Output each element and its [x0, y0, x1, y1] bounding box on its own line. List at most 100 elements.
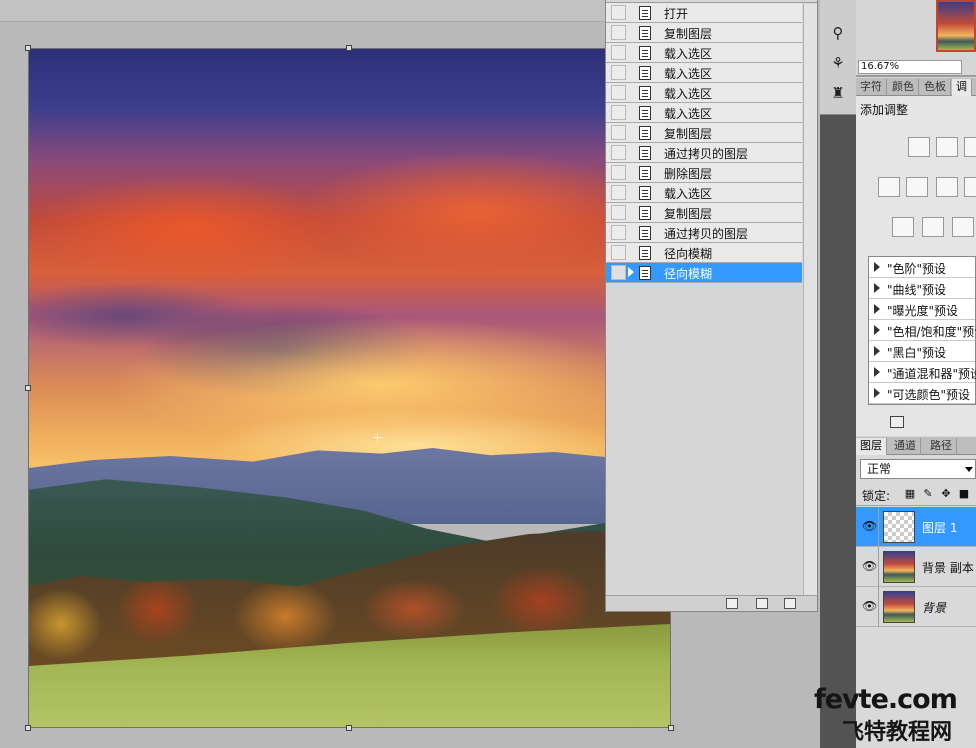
history-source-checkbox[interactable]	[611, 25, 626, 40]
navigator-thumbnail[interactable]	[936, 0, 976, 52]
new-snapshot-icon[interactable]	[756, 598, 768, 609]
history-source-checkbox[interactable]	[611, 45, 626, 60]
history-item[interactable]: 径向模糊	[606, 243, 802, 263]
history-source-checkbox[interactable]	[611, 205, 626, 220]
lock-all-icon[interactable]: ■	[958, 488, 970, 500]
vibrance-icon[interactable]	[906, 177, 928, 197]
chevron-right-icon[interactable]	[874, 262, 880, 272]
history-source-checkbox[interactable]	[611, 65, 626, 80]
history-state-icon	[639, 146, 651, 160]
history-source-checkbox[interactable]	[611, 225, 626, 240]
lock-transparency-icon[interactable]: ▦	[904, 488, 916, 500]
history-item[interactable]: 通过拷贝的图层	[606, 143, 802, 163]
history-source-checkbox[interactable]	[611, 85, 626, 100]
curves-icon[interactable]	[964, 137, 976, 157]
history-source-checkbox[interactable]	[611, 165, 626, 180]
history-source-checkbox[interactable]	[611, 185, 626, 200]
blend-mode-value: 正常	[867, 462, 892, 476]
history-item-label: 载入选区	[664, 107, 713, 121]
history-state-icon	[639, 46, 651, 60]
history-item[interactable]: 打开	[606, 3, 802, 23]
layer-row[interactable]: 👁 图层 1	[856, 507, 976, 547]
history-scrollbar[interactable]	[803, 4, 817, 595]
transform-handle-top-left[interactable]	[25, 45, 31, 51]
tab-channels[interactable]: 通道	[890, 438, 921, 455]
history-item[interactable]: 载入选区	[606, 63, 802, 83]
color-balance-icon[interactable]	[936, 177, 958, 197]
chevron-right-icon[interactable]	[874, 304, 880, 314]
brush-presets-icon[interactable]: ⚲	[828, 24, 848, 42]
blend-mode-select[interactable]: 正常	[860, 459, 976, 479]
column-divider	[878, 547, 879, 587]
black-white-icon[interactable]	[964, 177, 976, 197]
eye-icon[interactable]: 👁	[862, 559, 877, 573]
history-item-label: 径向模糊	[664, 247, 713, 261]
history-item[interactable]: 复制图层	[606, 123, 802, 143]
adjustment-preset-list: "色阶"预设 "曲线"预设 "曝光度"预设 "色相/饱和度"预设 "黑白"预设 "通道混和…	[868, 256, 976, 405]
preset-item[interactable]: "色相/饱和度"预设	[869, 320, 976, 341]
transform-handle-top-center[interactable]	[346, 45, 352, 51]
history-item[interactable]: 删除图层	[606, 163, 802, 183]
history-source-checkbox[interactable]	[611, 105, 626, 120]
lock-position-icon[interactable]: ✥	[940, 488, 952, 500]
history-item[interactable]: 载入选区	[606, 103, 802, 123]
layer-row[interactable]: 👁 背景	[856, 587, 976, 627]
chevron-right-icon[interactable]	[874, 283, 880, 293]
transform-handle-middle-left[interactable]	[25, 385, 31, 391]
history-source-checkbox[interactable]	[611, 245, 626, 260]
tab-color[interactable]: 颜色	[888, 79, 919, 96]
layer-row[interactable]: 👁 背景 副本	[856, 547, 976, 587]
lock-image-icon[interactable]: ✎	[922, 488, 934, 500]
history-item[interactable]: 载入选区	[606, 83, 802, 103]
history-item[interactable]: 通过拷贝的图层	[606, 223, 802, 243]
history-state-icon	[639, 186, 651, 200]
preset-item[interactable]: "曲线"预设	[869, 278, 975, 299]
document-image[interactable]	[28, 48, 671, 728]
zoom-level-field[interactable]: 16.67%	[858, 60, 962, 74]
chevron-right-icon[interactable]	[874, 367, 880, 377]
history-state-icon	[639, 6, 651, 20]
history-item[interactable]: 复制图层	[606, 23, 802, 43]
tab-swatches[interactable]: 色板	[920, 79, 951, 96]
expand-view-icon[interactable]	[890, 416, 904, 428]
preset-item[interactable]: "可选颜色"预设	[869, 383, 975, 404]
gradient-map-icon[interactable]	[922, 217, 944, 237]
tab-paths[interactable]: 路径	[926, 438, 957, 455]
transform-handle-bottom-left[interactable]	[25, 725, 31, 731]
history-item[interactable]: 径向模糊	[606, 263, 802, 283]
transform-handle-bottom-center[interactable]	[346, 725, 352, 731]
preset-item[interactable]: "黑白"预设	[869, 341, 975, 362]
chevron-right-icon[interactable]	[874, 346, 880, 356]
clone-source-icon[interactable]: ⚘	[828, 54, 848, 72]
photo-filter-icon[interactable]	[892, 217, 914, 237]
history-item[interactable]: 复制图层	[606, 203, 802, 223]
exposure-icon[interactable]	[878, 177, 900, 197]
eye-icon[interactable]: 👁	[862, 519, 877, 533]
history-item[interactable]: 载入选区	[606, 183, 802, 203]
tab-adjustments[interactable]: 调	[952, 79, 972, 96]
preset-item[interactable]: "色阶"预设	[869, 257, 975, 278]
eye-icon[interactable]: 👁	[862, 599, 877, 613]
history-state-pointer-icon[interactable]	[628, 267, 634, 277]
chevron-right-icon[interactable]	[874, 388, 880, 398]
history-source-checkbox[interactable]	[611, 5, 626, 20]
history-source-checkbox[interactable]	[611, 125, 626, 140]
levels-icon[interactable]	[936, 137, 958, 157]
history-item-label: 通过拷贝的图层	[664, 147, 749, 161]
preset-item[interactable]: "曝光度"预设	[869, 299, 975, 320]
stamp-icon[interactable]: ♜	[828, 84, 848, 102]
preset-item[interactable]: "通道混和器"预设	[869, 362, 976, 383]
transform-handle-bottom-right[interactable]	[668, 725, 674, 731]
delete-state-icon[interactable]	[784, 598, 796, 609]
transform-center-crosshair[interactable]	[373, 433, 383, 443]
brightness-contrast-icon[interactable]	[908, 137, 930, 157]
chevron-right-icon[interactable]	[874, 325, 880, 335]
layer-thumbnail	[883, 591, 915, 623]
tab-layers[interactable]: 图层	[856, 438, 887, 455]
tab-character[interactable]: 字符	[856, 79, 887, 96]
selective-color-icon[interactable]	[952, 217, 974, 237]
history-source-checkbox[interactable]	[611, 265, 626, 280]
history-item[interactable]: 载入选区	[606, 43, 802, 63]
history-source-checkbox[interactable]	[611, 145, 626, 160]
new-document-from-state-icon[interactable]	[726, 598, 738, 609]
